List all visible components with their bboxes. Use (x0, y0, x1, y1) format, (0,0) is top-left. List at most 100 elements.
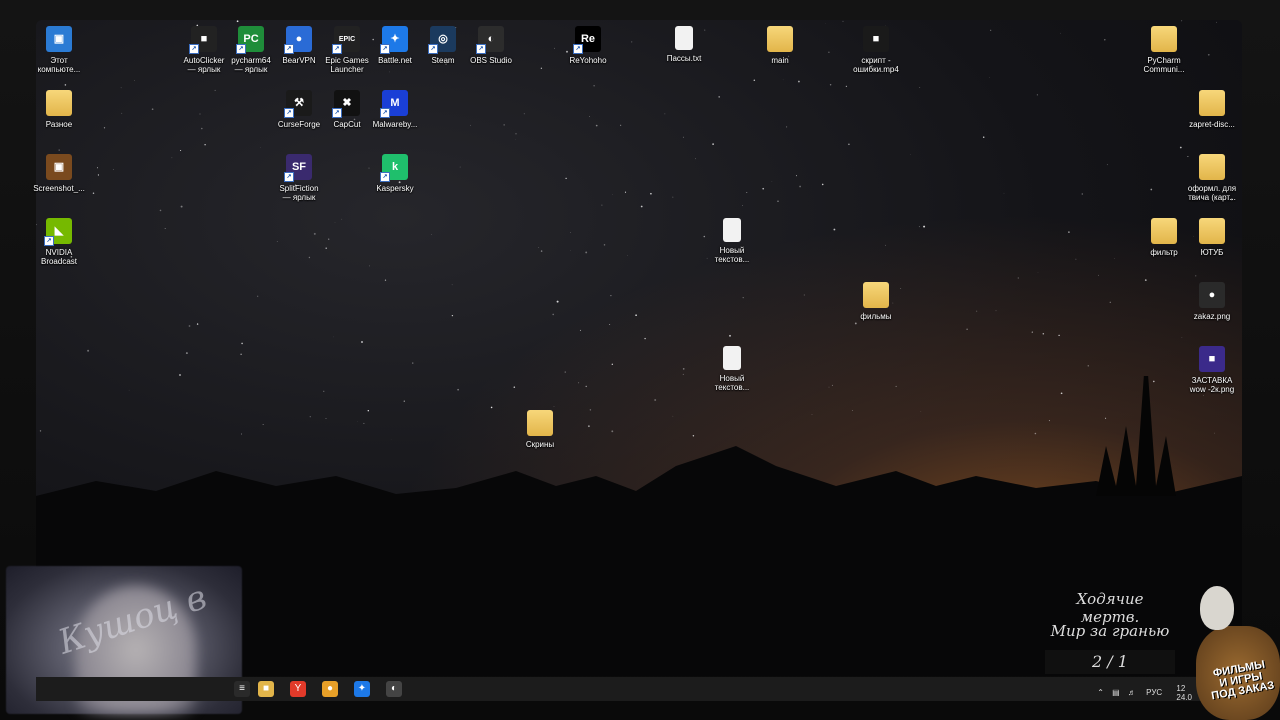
obs-icon: ◐ ↗ (476, 26, 504, 54)
now-playing-line-2: Мир за гранью (1050, 622, 1170, 640)
taskbar-yandex-icon[interactable]: Y (290, 681, 306, 697)
clock[interactable]: 12 24.0 (1176, 684, 1192, 702)
desktop-icon-this-pc[interactable]: ▣ Этот компьюте... (27, 26, 91, 74)
shortcut-arrow-icon: ↗ (189, 44, 199, 54)
screenshot-icon: ▣ (46, 154, 72, 180)
desktop-icon-label: Скрины (525, 440, 555, 449)
desktop-icon-label: SplitFiction — ярлык (279, 184, 319, 202)
desktop-icon-label: ReYohoho (569, 56, 607, 65)
desktop-icon-nvidia[interactable]: ◣ ↗ NVIDIA Broadcast (27, 218, 91, 266)
shortcut-arrow-icon: ↗ (573, 44, 583, 54)
chevron-up-icon[interactable]: ⌃ (1097, 688, 1104, 697)
taskbar: ≡ ■ Y ● ✦ ◐ ⌃ ▤ ♬ РУС 12 24.0 (36, 677, 1242, 702)
desktop-icon-yutub[interactable]: ЮТУБ (1180, 218, 1244, 257)
folder-icon (46, 90, 72, 116)
pycharm64-icon: PC ↗ (236, 26, 264, 54)
language-indicator[interactable]: РУС (1146, 688, 1162, 697)
folder-icon (1199, 218, 1225, 244)
desktop-icon-label: NVIDIA Broadcast (40, 248, 78, 266)
desktop-icon-new-text2[interactable]: Новый текстов... (700, 346, 764, 392)
malwarebytes-icon: M ↗ (380, 90, 408, 118)
desktop-icon-skriny[interactable]: Скрины (508, 410, 572, 449)
shortcut-arrow-icon: ↗ (380, 108, 390, 118)
network-icon[interactable]: ▤ (1112, 688, 1120, 697)
desktop-icon-label: zapret-disc... (1189, 120, 1235, 129)
shortcut-arrow-icon: ↗ (428, 44, 438, 54)
taskbar-explorer-icon[interactable]: ■ (258, 681, 274, 697)
desktop-icon-label: оформл. для твича (карт... (1187, 184, 1237, 202)
folder-icon (1199, 90, 1225, 116)
battlenet-icon: ✦ ↗ (380, 26, 408, 54)
folder-icon (767, 26, 793, 52)
text-file-icon (723, 346, 741, 370)
desktop-icon-raznoe[interactable]: Разное (27, 90, 91, 129)
bearvpn-icon: ● ↗ (284, 26, 312, 54)
text-file-icon (675, 26, 693, 50)
desktop-icon-obs[interactable]: ◐ ↗ OBS Studio (459, 26, 523, 65)
desktop-icon-label: zakaz.png (1193, 312, 1231, 321)
clock-time: 12 (1176, 684, 1186, 693)
shortcut-arrow-icon: ↗ (44, 236, 54, 246)
volume-icon[interactable]: ♬ (1128, 688, 1136, 697)
desktop-icon-malwarebytes[interactable]: M ↗ Malwareby... (363, 90, 427, 129)
now-playing-line-1: Ходячие мертв. (1076, 590, 1144, 626)
desktop-icon-filmy[interactable]: фильмы (844, 282, 908, 321)
folder-icon (863, 282, 889, 308)
shortcut-arrow-icon: ↗ (380, 44, 390, 54)
desktop-icon-new-text1[interactable]: Новый текстов... (700, 218, 764, 264)
shortcut-arrow-icon: ↗ (332, 108, 342, 118)
desktop-icon-pycharm-comm[interactable]: PyCharm Communi... (1132, 26, 1196, 74)
folder-icon (1151, 218, 1177, 244)
steam-icon: ◎ ↗ (428, 26, 456, 54)
desktop-icon-zastavka[interactable]: ■ ЗАСТАВКА wow -2к.png (1180, 346, 1244, 394)
capcut-icon: ✖ ↗ (332, 90, 360, 118)
shortcut-arrow-icon: ↗ (332, 44, 342, 54)
desktop-icon-zakaz[interactable]: ● zakaz.png (1180, 282, 1244, 321)
desktop-icon-reyohoho[interactable]: Re ↗ ReYohoho (556, 26, 620, 65)
nvidia-icon: ◣ ↗ (44, 218, 72, 246)
shortcut-arrow-icon: ↗ (236, 44, 246, 54)
desktop-icon-oformlenie[interactable]: оформл. для твича (карт... (1180, 154, 1244, 202)
shortcut-arrow-icon: ↗ (284, 44, 294, 54)
desktop-icon-label: main (771, 56, 789, 65)
taskbar-chrome-icon[interactable]: ● (322, 681, 338, 697)
hockey-mask-graphic (1200, 586, 1234, 630)
taskbar-battlenet-icon[interactable]: ✦ (354, 681, 370, 697)
desktop-icon-label: Пассы.txt (666, 54, 702, 63)
clock-date: 24.0 (1176, 693, 1192, 702)
shortcut-arrow-icon: ↗ (284, 172, 294, 182)
desktop-icon-label: OBS Studio (470, 56, 512, 65)
desktop-icon-passy[interactable]: Пассы.txt (652, 26, 716, 63)
kaspersky-icon: k ↗ (380, 154, 408, 182)
script-icon: ■ (863, 26, 889, 52)
folder-icon (1199, 154, 1225, 180)
desktop-icon-label: PyCharm Communi... (1143, 56, 1185, 74)
desktop-icon-zapret[interactable]: zapret-disc... (1180, 90, 1244, 129)
splitfiction-icon: SF ↗ (284, 154, 312, 182)
desktop-icon-script[interactable]: ■ скрипт - ошибки.mp4 (844, 26, 908, 74)
desktop-icon-label: фильмы (860, 312, 892, 321)
desktop-icon-screenshot[interactable]: ▣ Screenshot_... (27, 154, 91, 193)
autoclicker-icon: ■ ↗ (189, 26, 217, 54)
desktop-icon-label: ЮТУБ (1200, 248, 1224, 257)
system-tray[interactable]: ⌃ ▤ ♬ РУС 12 24.0 (1097, 684, 1192, 702)
desktop-icon-splitfiction[interactable]: SF ↗ SplitFiction — ярлык (267, 154, 331, 202)
desktop-icon-label: Screenshot_... (33, 184, 85, 193)
desktop-icon-label: ЗАСТАВКА wow -2к.png (1189, 376, 1235, 394)
desktop-icon-label: Новый текстов... (714, 374, 750, 392)
desktop-icon-label: Этот компьюте... (37, 56, 81, 74)
zakaz-icon: ● (1199, 282, 1225, 308)
desktop-icon-main[interactable]: main (748, 26, 812, 65)
shortcut-arrow-icon: ↗ (476, 44, 486, 54)
shortcut-arrow-icon: ↗ (380, 172, 390, 182)
epic-icon: EPIC ↗ (332, 26, 360, 54)
shortcut-arrow-icon: ↗ (284, 108, 294, 118)
taskbar-obs-icon[interactable]: ◐ (386, 681, 402, 697)
desktop-icon-kaspersky[interactable]: k ↗ Kaspersky (363, 154, 427, 193)
desktop-icon-label: Malwareby... (372, 120, 418, 129)
desktop-icon-label: Разное (45, 120, 73, 129)
promo-sticker: ФИЛЬМЫ И ИГРЫ ПОД ЗАКАЗ (1192, 586, 1280, 720)
folder-icon (1151, 26, 1177, 52)
folder-icon (527, 410, 553, 436)
taskbar-task-view-icon[interactable]: ≡ (234, 681, 250, 697)
